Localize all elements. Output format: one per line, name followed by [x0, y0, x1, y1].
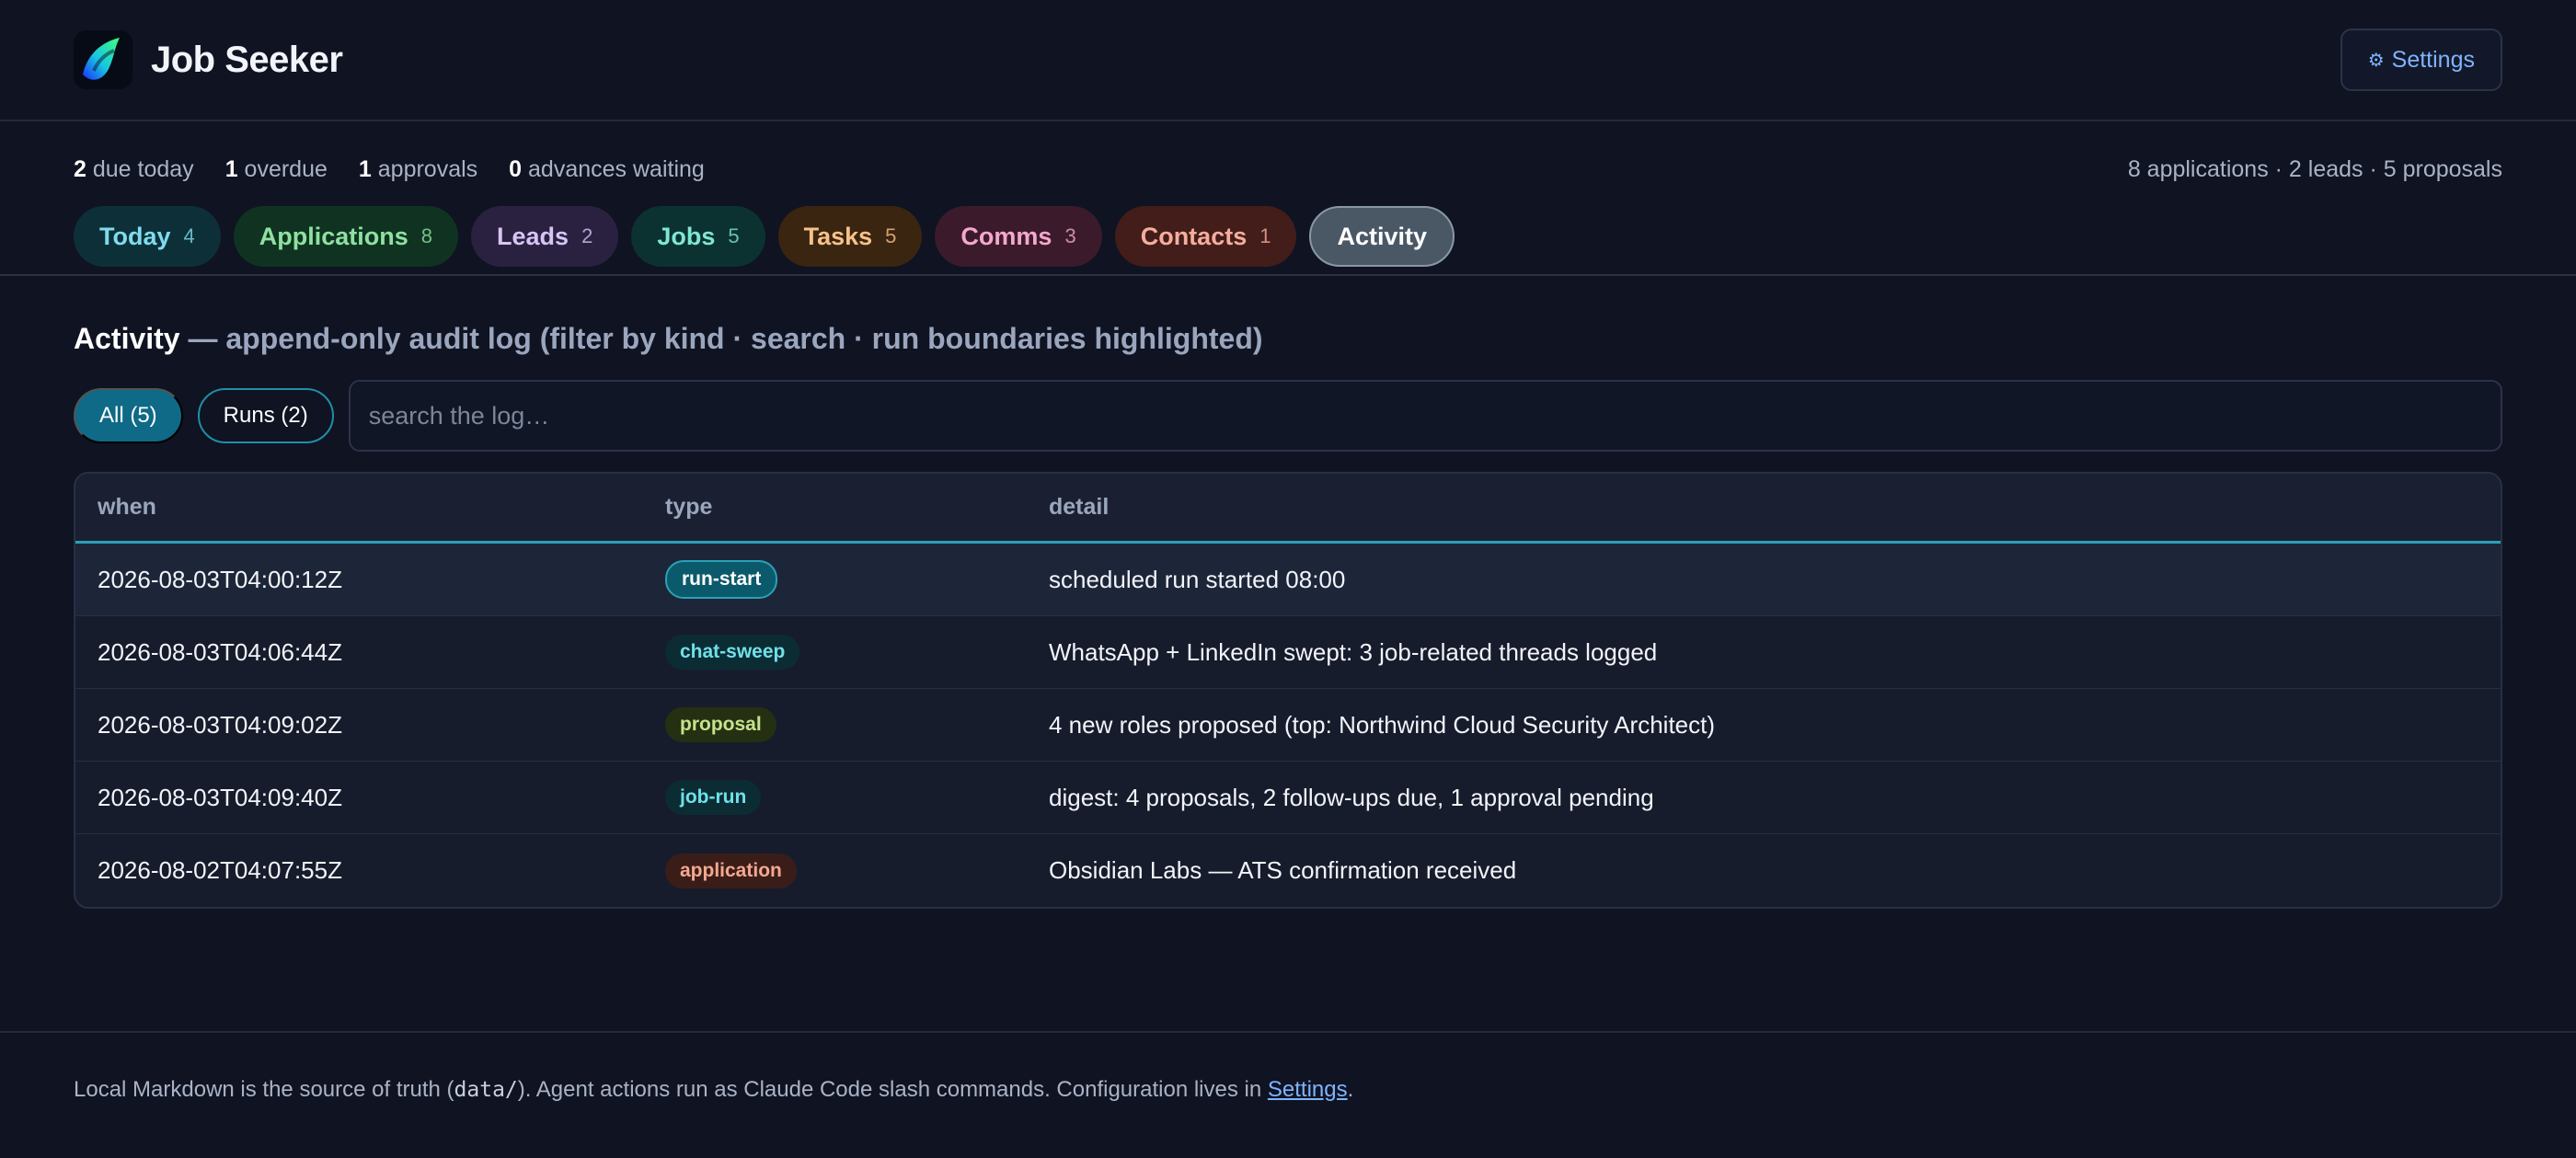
- stats: 2 due today 1 overdue 1 approvals 0 adva…: [74, 156, 705, 183]
- cell-type: job-run: [665, 780, 1049, 815]
- tab-label: Comms: [960, 222, 1052, 250]
- cell-type: proposal: [665, 707, 1049, 742]
- type-badge: application: [665, 853, 797, 889]
- tab-today[interactable]: Today 4: [74, 206, 221, 267]
- table-row[interactable]: 2026-08-03T04:00:12Z run-start scheduled…: [75, 544, 2501, 616]
- tab-count: 8: [420, 224, 433, 247]
- tab-label: Applications: [259, 222, 408, 250]
- footer-text: Local Markdown is the source of truth (d…: [74, 1077, 1354, 1102]
- cell-when: 2026-08-02T04:07:55Z: [98, 856, 342, 884]
- tab-count: 5: [885, 224, 897, 247]
- footer-code: data/: [454, 1078, 518, 1102]
- tab-count: 2: [581, 224, 593, 247]
- footer-settings-link[interactable]: Settings: [1268, 1077, 1348, 1102]
- table-row[interactable]: 2026-08-03T04:09:02Z proposal 4 new role…: [75, 689, 2501, 762]
- filter-runs-button[interactable]: Runs (2): [197, 388, 334, 443]
- cell-type: chat-sweep: [665, 635, 1049, 670]
- cell-when: 2026-08-03T04:09:02Z: [98, 710, 342, 739]
- column-header-detail[interactable]: detail: [1049, 494, 2501, 521]
- brand: Job Seeker: [74, 30, 343, 89]
- type-badge: proposal: [665, 707, 776, 742]
- table-row[interactable]: 2026-08-03T04:06:44Z chat-sweep WhatsApp…: [75, 616, 2501, 689]
- section-title: Activity — append-only audit log (filter…: [0, 322, 2576, 356]
- tab-jobs[interactable]: Jobs 5: [631, 206, 765, 267]
- tab-activity[interactable]: Activity: [1309, 206, 1455, 267]
- cell-detail: WhatsApp + LinkedIn swept: 3 job-related…: [1049, 637, 1658, 666]
- summary-counts: 8 applications · 2 leads · 5 proposals: [2127, 155, 2502, 182]
- cell-detail: scheduled run started 08:00: [1049, 565, 1346, 593]
- logo-graphic: [74, 30, 132, 89]
- settings-button[interactable]: ⚙ Settings: [2340, 29, 2502, 91]
- page-footer: Local Markdown is the source of truth (d…: [0, 1031, 2576, 1158]
- tabs-divider: [0, 274, 2576, 276]
- stat-due-today: 2 due today: [74, 155, 194, 182]
- stat-approvals: 1 approvals: [358, 155, 478, 182]
- tab-count: 5: [728, 224, 740, 247]
- tab-label: Leads: [497, 222, 569, 250]
- type-badge: run-start: [665, 560, 778, 599]
- tab-count: 4: [183, 224, 195, 247]
- stat-overdue: 1 overdue: [224, 155, 328, 182]
- table-header: when type detail: [75, 474, 2501, 544]
- cell-type: application: [665, 853, 1049, 889]
- cell-detail: digest: 4 proposals, 2 follow-ups due, 1…: [1049, 783, 1654, 811]
- settings-button-label: Settings: [2391, 46, 2475, 73]
- column-header-when[interactable]: when: [75, 494, 665, 521]
- tab-label: Contacts: [1140, 222, 1248, 250]
- tab-contacts[interactable]: Contacts 1: [1114, 206, 1297, 267]
- tab-comms[interactable]: Comms 3: [935, 206, 1102, 267]
- cell-detail: 4 new roles proposed (top: Northwind Clo…: [1049, 710, 1716, 739]
- app-logo: [74, 30, 132, 89]
- tab-label: Today: [99, 222, 171, 250]
- stat-advances-waiting: 0 advances waiting: [509, 155, 705, 182]
- table-row[interactable]: 2026-08-03T04:09:40Z job-run digest: 4 p…: [75, 762, 2501, 834]
- cell-detail: Obsidian Labs — ATS confirmation receive…: [1049, 856, 1517, 884]
- column-header-type[interactable]: type: [665, 494, 1049, 521]
- filter-bar: All (5) Runs (2): [0, 380, 2576, 452]
- filter-all-button[interactable]: All (5): [74, 388, 183, 443]
- cell-type: run-start: [665, 560, 1049, 599]
- tab-label: Jobs: [657, 222, 716, 250]
- section-subtitle: — append-only audit log (filter by kind …: [188, 322, 1263, 355]
- cell-when: 2026-08-03T04:06:44Z: [98, 637, 342, 666]
- tab-bar: Today 4 Applications 8 Leads 2 Jobs 5 Ta…: [0, 204, 2576, 269]
- type-badge: chat-sweep: [665, 635, 800, 670]
- type-badge: job-run: [665, 780, 762, 815]
- app-title: Job Seeker: [151, 39, 343, 80]
- tab-label: Tasks: [803, 222, 873, 250]
- tab-count: 3: [1064, 224, 1076, 247]
- table-row[interactable]: 2026-08-02T04:07:55Z application Obsidia…: [75, 834, 2501, 907]
- status-bar: 2 due today 1 overdue 1 approvals 0 adva…: [0, 121, 2576, 201]
- activity-table: when type detail 2026-08-03T04:00:12Z ru…: [74, 472, 2502, 909]
- section-title-main: Activity: [74, 322, 180, 355]
- tab-label: Activity: [1337, 222, 1428, 250]
- tab-count: 1: [1259, 224, 1271, 247]
- cell-when: 2026-08-03T04:09:40Z: [98, 783, 342, 811]
- tab-leads[interactable]: Leads 2: [471, 206, 619, 267]
- tab-applications[interactable]: Applications 8: [233, 206, 459, 267]
- search-input[interactable]: [348, 380, 2502, 452]
- app-header: Job Seeker ⚙ Settings: [0, 0, 2576, 121]
- gear-icon: ⚙: [2367, 50, 2385, 71]
- tab-tasks[interactable]: Tasks 5: [777, 206, 923, 267]
- cell-when: 2026-08-03T04:00:12Z: [98, 565, 342, 593]
